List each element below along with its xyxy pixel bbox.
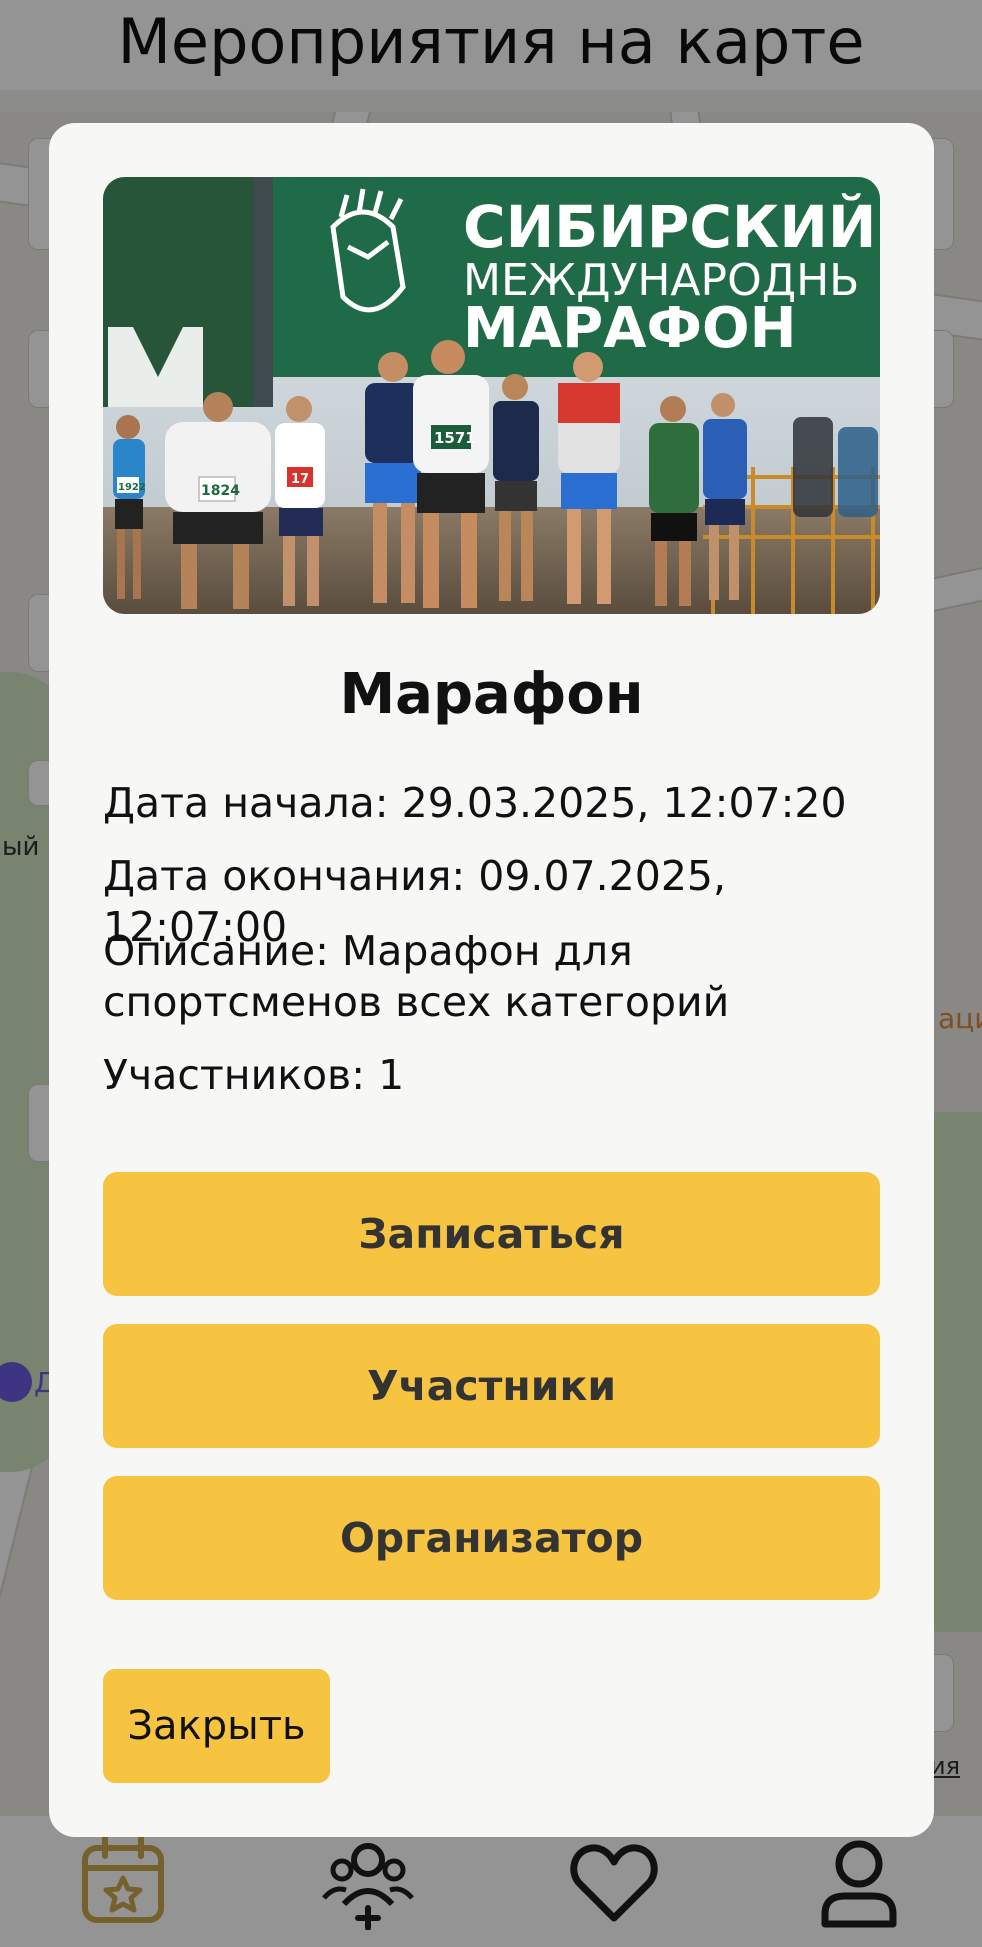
participants-button[interactable]: Участники (103, 1324, 880, 1448)
organizer-button[interactable]: Организатор (103, 1476, 880, 1600)
event-description: Описание: Марафон для спортсменов всех к… (103, 927, 730, 1026)
signup-button[interactable]: Записаться (103, 1172, 880, 1296)
event-start-date: Дата начала: 29.03.2025, 12:07:20 (103, 779, 847, 827)
participants-count: Участников: 1 (103, 1051, 405, 1099)
bib-number: 1824 (201, 483, 240, 499)
close-button[interactable]: Закрыть (103, 1669, 330, 1783)
bib-number: 1571 (434, 429, 476, 447)
bib-number: 1922 (118, 482, 146, 493)
event-photo: СИБИРСКИЙ МЕЖДУНАРОДНЬ МАРАФОН 1922 1824… (103, 177, 880, 614)
event-title: Марафон (339, 662, 644, 727)
event-details-dialog: СИБИРСКИЙ МЕЖДУНАРОДНЬ МАРАФОН 1922 1824… (49, 123, 934, 1837)
bib-number: 17 (291, 472, 309, 487)
banner-text-1: СИБИРСКИЙ (463, 192, 876, 261)
banner-text-3: МАРАФОН (463, 296, 796, 361)
